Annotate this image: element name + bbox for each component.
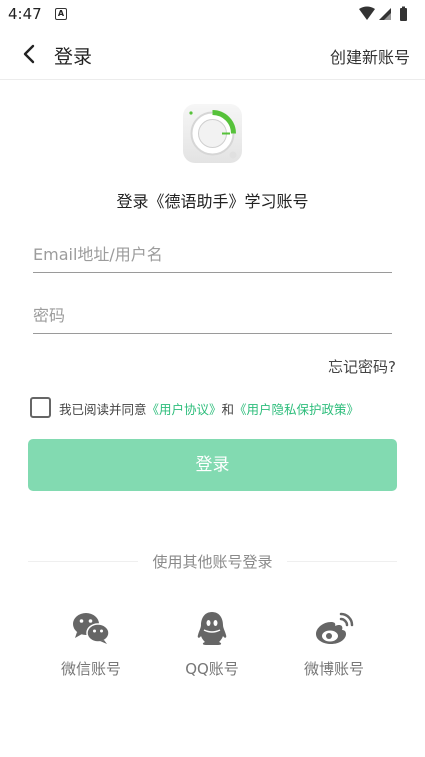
qq-icon [197, 612, 227, 645]
app-notification-icon: A [55, 8, 67, 20]
email-input[interactable] [33, 237, 392, 272]
back-button[interactable] [16, 40, 44, 68]
wifi-icon [359, 6, 375, 20]
app-logo [183, 104, 242, 163]
weibo-login-button[interactable]: 微博账号 [284, 610, 384, 686]
agreement-conjunction: 和 [221, 402, 235, 417]
page-title: 登录 [54, 46, 93, 68]
agreement-prefix: 我已阅读并同意 [59, 402, 147, 417]
qq-login-label: QQ账号 [185, 660, 239, 678]
password-input[interactable] [33, 298, 392, 333]
agreement-checkbox[interactable] [30, 397, 51, 418]
chevron-left-icon [23, 44, 35, 64]
other-login-label: 使用其他账号登录 [152, 553, 273, 571]
wechat-icon [73, 613, 110, 644]
battery-icon [400, 8, 407, 21]
weibo-icon [316, 612, 354, 644]
email-field-wrapper [33, 237, 392, 273]
status-time: 4:47 [8, 5, 42, 23]
login-subtitle: 登录《德语助手》学习账号 [116, 192, 309, 211]
user-agreement-link[interactable]: 《用户协议》 [147, 402, 222, 417]
login-button[interactable]: 登录 [28, 439, 397, 491]
password-field-wrapper [33, 298, 392, 334]
agreement-text: 我已阅读并同意《用户协议》和《用户隐私保护政策》 [59, 399, 359, 418]
qq-login-button[interactable]: QQ账号 [162, 610, 262, 686]
status-icons [357, 6, 417, 22]
app-header: 登录 创建新账号 [0, 28, 425, 80]
forgot-password-link[interactable]: 忘记密码? [328, 356, 396, 377]
wechat-login-label: 微信账号 [60, 660, 121, 678]
weibo-login-label: 微博账号 [303, 660, 364, 678]
wechat-login-button[interactable]: 微信账号 [41, 610, 141, 686]
privacy-policy-link[interactable]: 《用户隐私保护政策》 [234, 402, 359, 417]
status-bar: 4:47 A [0, 0, 425, 28]
create-account-link[interactable]: 创建新账号 [330, 44, 410, 68]
